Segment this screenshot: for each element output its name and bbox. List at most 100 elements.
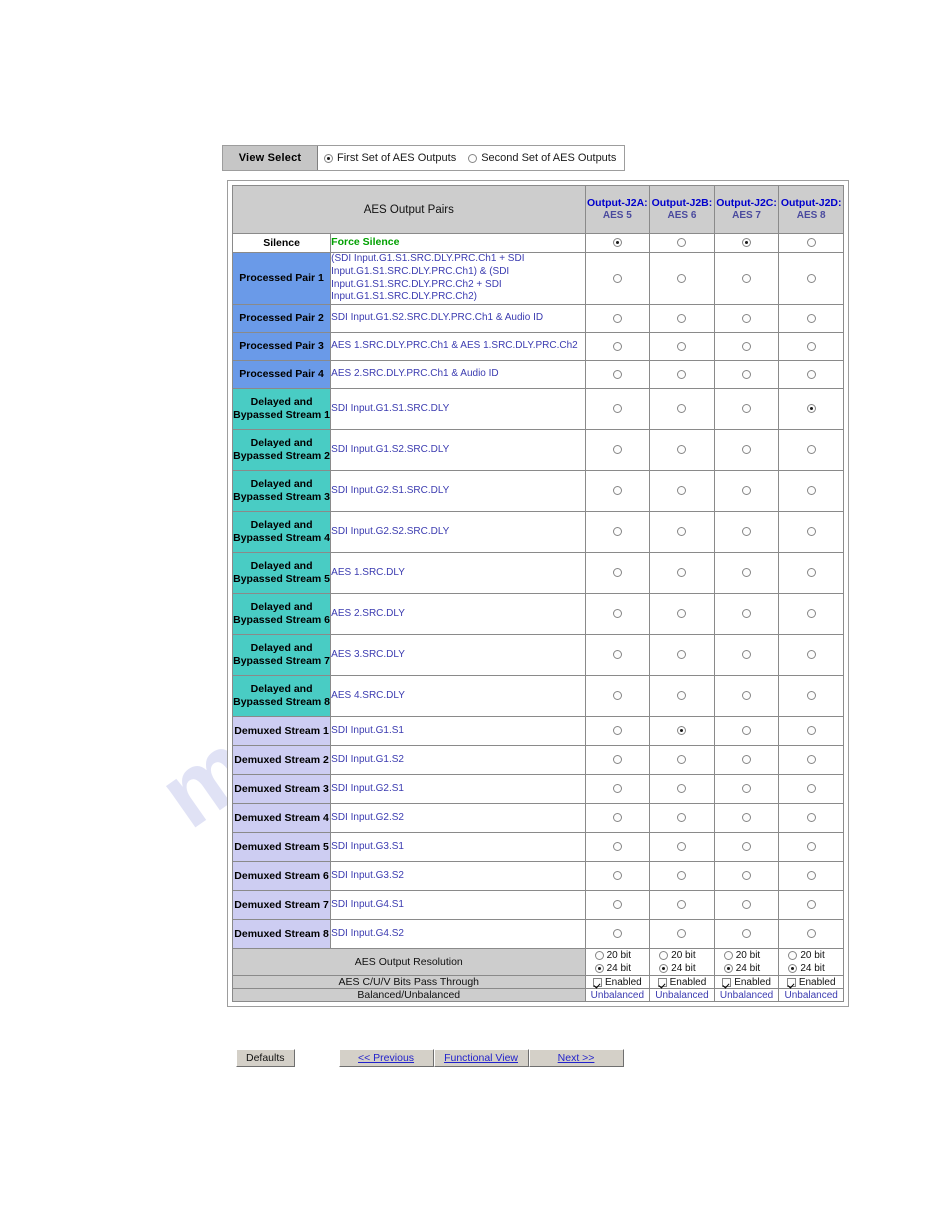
radio-icon[interactable]: [806, 755, 816, 765]
radio-cell-j2b[interactable]: [649, 429, 715, 472]
radio-cell-j2c[interactable]: [713, 511, 780, 554]
resolution-option-20bit-j2b[interactable]: 20 bit: [650, 949, 714, 962]
radio-cell-j2a[interactable]: [584, 429, 651, 472]
radio-icon[interactable]: [806, 445, 816, 455]
radio-cell-j2d[interactable]: [778, 716, 844, 747]
radio-icon[interactable]: [659, 951, 669, 961]
cuv-checkbox-j2a[interactable]: Enabled: [586, 977, 650, 988]
radio-icon[interactable]: [806, 568, 816, 578]
radio-icon[interactable]: [612, 369, 622, 379]
radio-icon[interactable]: [742, 900, 752, 910]
radio-cell-j2b[interactable]: [649, 890, 715, 921]
radio-cell-j2c[interactable]: [713, 716, 780, 747]
radio-cell-j2c[interactable]: [713, 675, 780, 718]
radio-cell-j2d[interactable]: [778, 832, 844, 863]
radio-icon[interactable]: [612, 900, 622, 910]
radio-icon[interactable]: [677, 755, 687, 765]
radio-icon[interactable]: [742, 568, 752, 578]
radio-cell-j2b[interactable]: [649, 332, 715, 362]
radio-cell-j2d[interactable]: [778, 861, 844, 892]
defaults-button[interactable]: Defaults: [236, 1049, 295, 1067]
radio-icon[interactable]: [806, 404, 816, 414]
radio-icon[interactable]: [742, 650, 752, 660]
radio-icon[interactable]: [677, 238, 687, 248]
radio-cell-j2b[interactable]: [649, 552, 715, 595]
resolution-option-20bit-j2c[interactable]: 20 bit: [715, 949, 779, 962]
radio-icon[interactable]: [594, 951, 604, 961]
radio-cell-j2d[interactable]: [778, 470, 844, 513]
radio-icon[interactable]: [677, 445, 687, 455]
radio-cell-j2c[interactable]: [713, 890, 780, 921]
radio-icon[interactable]: [677, 313, 687, 323]
radio-cell-j2a[interactable]: [584, 861, 651, 892]
radio-cell-j2b[interactable]: [649, 634, 715, 677]
radio-cell-j2d[interactable]: [778, 388, 844, 431]
radio-cell-j2a[interactable]: [584, 552, 651, 595]
radio-icon[interactable]: [612, 650, 622, 660]
radio-icon[interactable]: [612, 813, 622, 823]
radio-cell-j2c[interactable]: [713, 774, 780, 805]
radio-cell-j2c[interactable]: [713, 634, 780, 677]
radio-icon[interactable]: [594, 964, 604, 974]
resolution-option-24bit-j2a[interactable]: 24 bit: [586, 962, 650, 975]
radio-cell-j2c[interactable]: [713, 861, 780, 892]
radio-cell-j2c[interactable]: [713, 388, 780, 431]
radio-icon[interactable]: [612, 273, 622, 283]
radio-cell-j2a[interactable]: [584, 511, 651, 554]
radio-cell-j2d[interactable]: [778, 429, 844, 472]
radio-icon[interactable]: [806, 486, 816, 496]
radio-icon[interactable]: [677, 842, 687, 852]
radio-cell-j2c[interactable]: [713, 832, 780, 863]
radio-icon[interactable]: [468, 153, 478, 163]
radio-cell-j2c[interactable]: [713, 304, 780, 334]
checkbox-icon[interactable]: [722, 977, 732, 987]
next-button[interactable]: Next >>: [528, 1049, 624, 1067]
radio-icon[interactable]: [677, 691, 687, 701]
radio-icon[interactable]: [612, 691, 622, 701]
radio-icon[interactable]: [806, 871, 816, 881]
radio-icon[interactable]: [612, 341, 622, 351]
radio-cell-j2b[interactable]: [649, 360, 715, 390]
radio-cell-j2b[interactable]: [649, 388, 715, 431]
radio-cell-j2a[interactable]: [584, 716, 651, 747]
functional-view-button[interactable]: Functional View: [433, 1049, 529, 1067]
radio-icon[interactable]: [723, 964, 733, 974]
radio-icon[interactable]: [612, 238, 622, 248]
radio-cell-j2b[interactable]: [649, 304, 715, 334]
radio-icon[interactable]: [677, 784, 687, 794]
radio-cell-j2b[interactable]: [649, 470, 715, 513]
cuv-checkbox-j2c[interactable]: Enabled: [715, 977, 779, 988]
checkbox-icon[interactable]: [657, 977, 667, 987]
radio-icon[interactable]: [742, 273, 752, 283]
radio-icon[interactable]: [742, 842, 752, 852]
radio-cell-j2d[interactable]: [778, 774, 844, 805]
radio-icon[interactable]: [677, 568, 687, 578]
radio-icon[interactable]: [612, 568, 622, 578]
radio-cell-j2d[interactable]: [778, 251, 844, 306]
radio-icon[interactable]: [612, 784, 622, 794]
radio-cell-j2a[interactable]: [584, 774, 651, 805]
radio-cell-j2d[interactable]: [778, 919, 844, 950]
radio-cell-j2d[interactable]: [778, 593, 844, 636]
radio-icon[interactable]: [742, 486, 752, 496]
radio-cell-j2a[interactable]: [584, 470, 651, 513]
radio-icon[interactable]: [806, 369, 816, 379]
radio-cell-j2a[interactable]: [584, 890, 651, 921]
radio-cell-j2d[interactable]: [778, 745, 844, 776]
radio-cell-j2a[interactable]: [584, 251, 651, 306]
radio-icon[interactable]: [612, 871, 622, 881]
resolution-option-24bit-j2b[interactable]: 24 bit: [650, 962, 714, 975]
radio-icon[interactable]: [742, 813, 752, 823]
radio-icon[interactable]: [742, 238, 752, 248]
radio-icon[interactable]: [677, 726, 687, 736]
radio-cell-j2d[interactable]: [778, 552, 844, 595]
radio-cell-j2d[interactable]: [778, 511, 844, 554]
radio-icon[interactable]: [742, 341, 752, 351]
radio-icon[interactable]: [806, 900, 816, 910]
radio-cell-j2b[interactable]: [649, 716, 715, 747]
radio-icon[interactable]: [677, 650, 687, 660]
radio-icon[interactable]: [806, 842, 816, 852]
radio-cell-j2b[interactable]: [649, 774, 715, 805]
resolution-option-24bit-j2d[interactable]: 24 bit: [779, 962, 843, 975]
radio-icon[interactable]: [612, 486, 622, 496]
